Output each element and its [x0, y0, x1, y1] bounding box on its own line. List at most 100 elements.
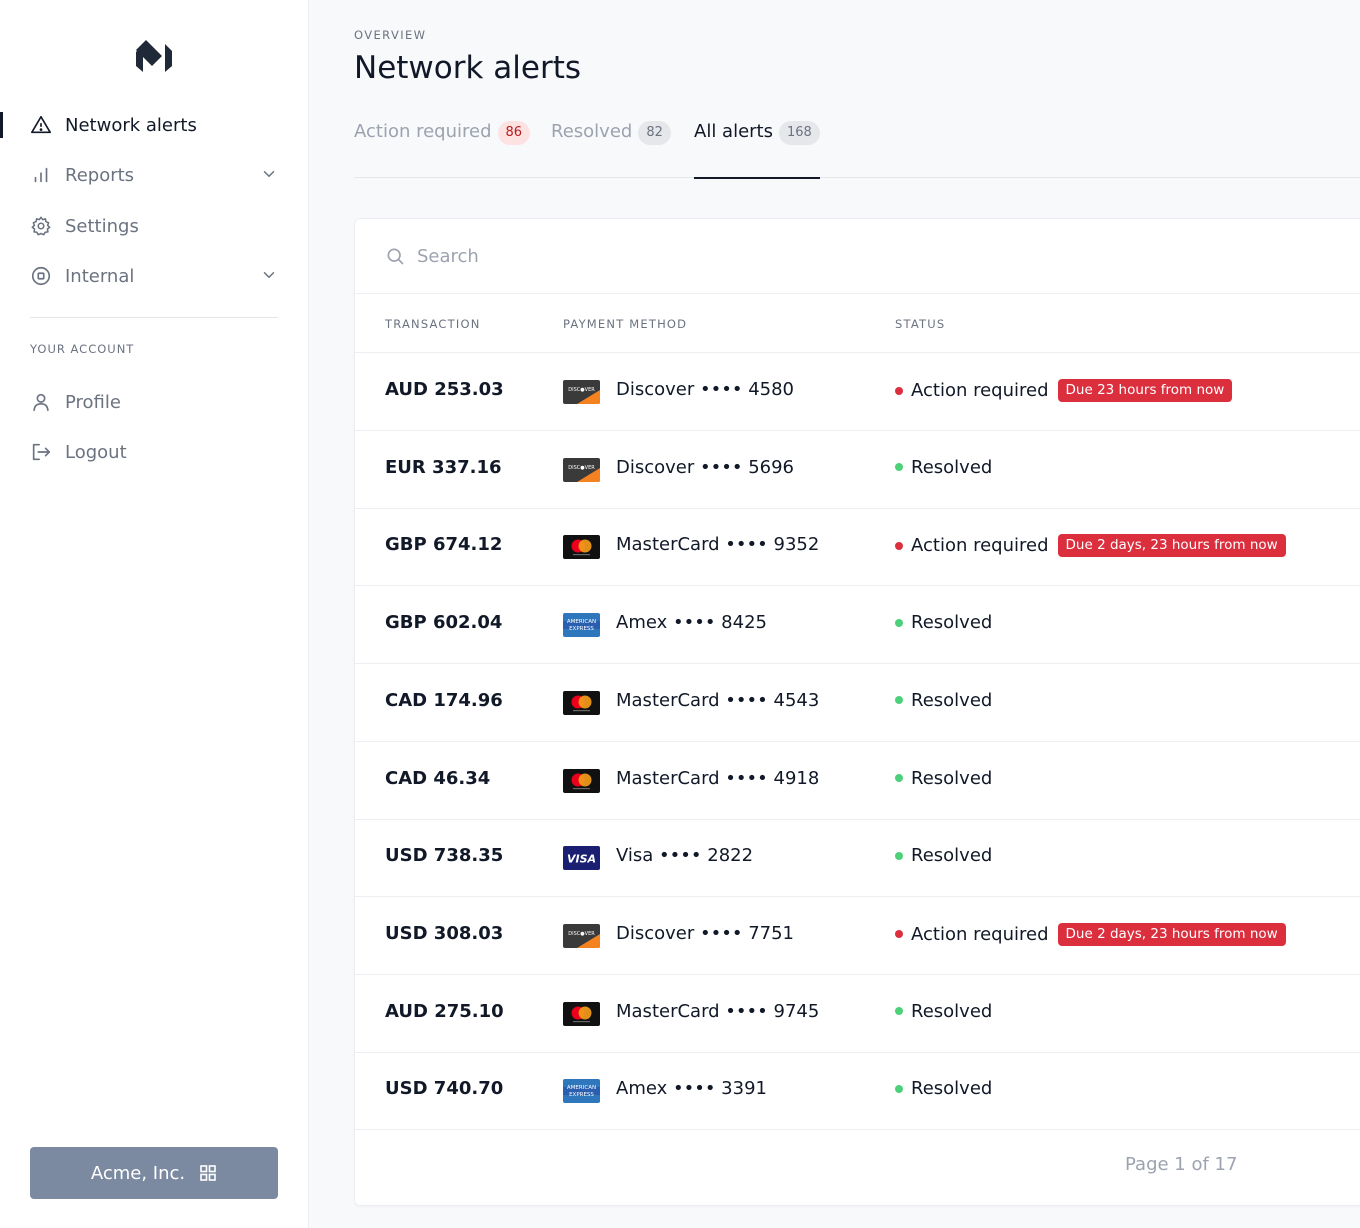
sidebar-item-internal[interactable]: Internal [0, 256, 309, 296]
payment-method: MasterCard •••• 4918 [616, 767, 820, 789]
due-badge: Due 2 days, 23 hours from now [1057, 922, 1286, 946]
tab-count-badge: 82 [638, 121, 671, 145]
status-dot-icon [895, 1007, 903, 1016]
status-text: Resolved [911, 845, 993, 867]
sidebar-item-label: Logout [65, 441, 127, 463]
payment-method: MasterCard •••• 9352 [616, 534, 820, 556]
status-dot-icon [895, 696, 903, 705]
status-dot-icon [895, 618, 903, 627]
column-header-transaction: TRANSACTION [385, 317, 481, 331]
org-switcher-button[interactable]: Acme, Inc. [30, 1147, 278, 1199]
status-cell: Action required Due 23 hours from now [895, 379, 1233, 402]
user-icon [30, 391, 52, 413]
table-row[interactable]: CAD 174.96 MasterCard •••• 4543 Resolved [355, 664, 1360, 742]
discover-card-icon: DISC●VER [563, 923, 600, 948]
status-cell: Resolved [895, 457, 992, 478]
tab-all-alerts[interactable]: All alerts 168 [694, 120, 820, 179]
tab-count-badge: 86 [497, 121, 531, 145]
sidebar-item-settings[interactable]: Settings [0, 206, 309, 246]
transaction-amount: AUD 275.10 [385, 1000, 504, 1022]
transaction-amount: USD 738.35 [385, 845, 504, 867]
transaction-amount: CAD 46.34 [385, 767, 491, 789]
search-bar [355, 219, 1360, 294]
svg-text:DISC●VER: DISC●VER [568, 465, 595, 471]
table-row[interactable]: GBP 674.12 MasterCard •••• 9352 Action req… [355, 508, 1360, 587]
pagination-label: Page 1 of 17 [1125, 1154, 1238, 1175]
table-row[interactable]: GBP 602.04 AMERICAN EXPRESS Amex •••• 8425 R… [355, 586, 1360, 665]
sidebar-item-label: Network alerts [65, 114, 197, 136]
gear-icon [30, 215, 52, 237]
table-row[interactable]: USD 308.03 DISC●VER Discover •••• 7751 Acti… [355, 897, 1360, 975]
status-text: Resolved [911, 456, 993, 478]
payment-method: Amex •••• 8425 [616, 612, 767, 634]
status-text: Action required [911, 380, 1049, 401]
svg-text:EXPRESS: EXPRESS [569, 1092, 594, 1098]
status-text: Resolved [911, 767, 993, 789]
transaction-amount: USD 740.70 [385, 1078, 504, 1100]
tab-resolved[interactable]: Resolved 82 [551, 120, 671, 178]
status-dot-icon [895, 774, 903, 782]
sidebar-item-label: Internal [65, 265, 135, 287]
payment-method: MasterCard •••• 4543 [616, 689, 820, 711]
status-text: Resolved [911, 1000, 993, 1022]
due-badge: Due 2 days, 23 hours from now [1057, 534, 1286, 558]
sidebar-divider [30, 317, 278, 318]
table-row[interactable]: AUD 275.10 MasterCard •••• 9745 Resolved [355, 975, 1360, 1053]
table-row[interactable]: USD 738.35 VISA Visa •••• 2822 Resolved [355, 819, 1360, 898]
due-badge: Due 23 hours from now [1057, 379, 1233, 402]
status-text: Resolved [911, 1078, 993, 1100]
table-row[interactable]: AUD 253.03 DISC●VER Discover •••• 4580 Acti… [355, 353, 1360, 431]
status-cell: Resolved [895, 690, 992, 711]
mastercard-card-icon [563, 535, 600, 560]
transaction-amount: USD 308.03 [385, 922, 504, 944]
sidebar-item-profile[interactable]: Profile [0, 382, 309, 422]
sidebar-item-network-alerts[interactable]: Network alerts [0, 105, 309, 145]
status-text: Resolved [911, 612, 993, 634]
transaction-amount: CAD 174.96 [385, 689, 503, 711]
svg-text:AMERICAN: AMERICAN [567, 1085, 596, 1091]
amex-card-icon: AMERICAN EXPRESS [563, 1079, 600, 1104]
svg-text:VISA: VISA [567, 853, 596, 866]
chevron-down-icon[interactable] [260, 266, 278, 284]
status-cell: Action required Due 2 days, 23 hours from… [895, 534, 1286, 558]
tab-action-required[interactable]: Action required 86 [354, 120, 531, 178]
status-dot-icon [895, 851, 903, 860]
tab-label: Resolved [551, 121, 633, 142]
table-row[interactable]: CAD 46.34 MasterCard •••• 4918 Resolved [355, 742, 1360, 820]
logout-icon [30, 441, 52, 463]
visa-card-icon: VISA [563, 846, 600, 871]
mastercard-card-icon [563, 1001, 600, 1026]
table-row[interactable]: EUR 337.16 DISC●VER Discover •••• 5696 Reso… [355, 431, 1360, 509]
sidebar-item-label: Profile [65, 391, 121, 413]
column-header-status: STATUS [895, 317, 946, 331]
payment-method: Visa •••• 2822 [616, 845, 754, 867]
tab-bar: Action required 86 Resolved 82 All alert… [354, 110, 1360, 179]
sidebar-item-logout[interactable]: Logout [0, 432, 309, 472]
status-text: Resolved [911, 689, 993, 711]
tab-label: Action required [354, 121, 492, 142]
bar-chart-icon [30, 164, 52, 186]
tab-count-badge: 168 [778, 121, 820, 145]
brand-logo-icon[interactable] [134, 38, 174, 78]
transaction-amount: GBP 674.12 [385, 534, 503, 556]
svg-text:EXPRESS: EXPRESS [569, 626, 594, 632]
search-icon [387, 248, 404, 265]
sidebar-item-label: Reports [65, 164, 135, 186]
column-header-payment-method: PAYMENT METHOD [563, 317, 688, 331]
table-row[interactable]: USD 740.70 AMERICAN EXPRESS Amex •••• 3391 R… [355, 1052, 1360, 1131]
status-cell: Resolved [895, 612, 992, 633]
breadcrumb: OVERVIEW [354, 28, 427, 42]
status-dot-icon [895, 930, 903, 939]
sidebar-item-reports[interactable]: Reports [0, 155, 309, 195]
chevron-down-icon[interactable] [260, 165, 278, 183]
search-input[interactable] [417, 245, 1017, 267]
discover-card-icon: DISC●VER [563, 380, 600, 404]
sidebar-item-label: Settings [65, 215, 139, 237]
payment-method: Discover •••• 7751 [616, 922, 794, 944]
alert-triangle-icon [30, 114, 52, 136]
amex-card-icon: AMERICAN EXPRESS [563, 613, 600, 638]
transaction-amount: AUD 253.03 [385, 379, 504, 400]
svg-text:DISC●VER: DISC●VER [568, 387, 595, 393]
grid-icon [200, 1165, 216, 1181]
sidebar: Network alerts Reports Settings Internal… [0, 0, 309, 1228]
